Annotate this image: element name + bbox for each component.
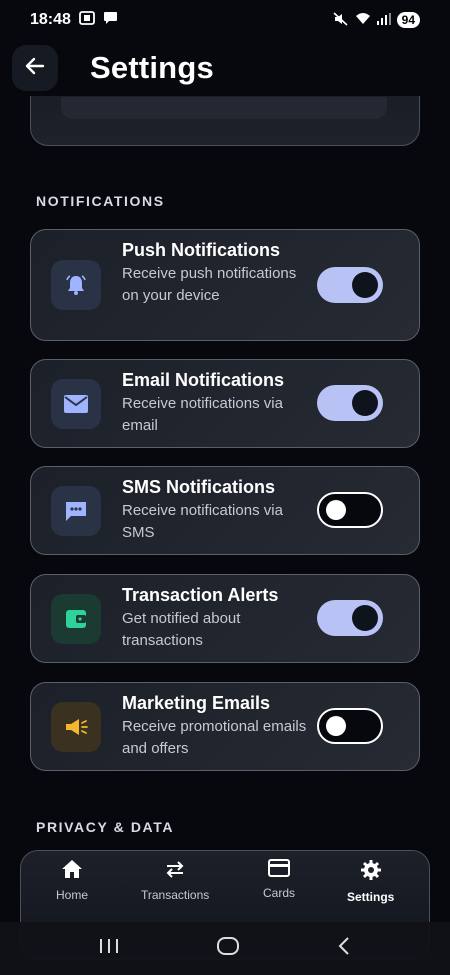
- setting-email-notifications[interactable]: Email Notifications Receive notification…: [30, 359, 420, 448]
- nav-transactions[interactable]: Transactions: [141, 859, 209, 902]
- system-navigation-bar: [0, 922, 450, 975]
- sms-text: SMS Notifications Receive notifications …: [122, 477, 307, 544]
- card-icon: [268, 859, 290, 882]
- nav-label: Settings: [347, 890, 395, 904]
- sms-toggle[interactable]: [317, 492, 383, 528]
- toggle-knob: [352, 390, 378, 416]
- setting-title: SMS Notifications: [122, 477, 276, 497]
- toggle-knob: [326, 716, 346, 736]
- status-bar: 18:48 94: [0, 0, 450, 40]
- megaphone-icon: [51, 702, 101, 752]
- home-button[interactable]: [216, 936, 240, 961]
- nav-settings[interactable]: Settings: [347, 859, 394, 904]
- screen-record-icon: [79, 10, 95, 30]
- nav-label: Cards: [263, 886, 296, 900]
- nav-label: Transactions: [141, 888, 210, 902]
- marketing-toggle[interactable]: [317, 708, 383, 744]
- bell-icon: [51, 260, 101, 310]
- home-icon: [61, 859, 83, 884]
- nav-home[interactable]: Home: [56, 859, 88, 902]
- back-nav-button[interactable]: [336, 936, 352, 961]
- setting-description: Receive notifications via email: [122, 395, 283, 434]
- transaction-text: Transaction Alerts Get notified about tr…: [122, 585, 307, 652]
- message-icon: [103, 11, 118, 30]
- setting-transaction-alerts[interactable]: Transaction Alerts Get notified about tr…: [30, 574, 420, 663]
- setting-title: Transaction Alerts: [122, 585, 279, 605]
- wallet-icon: [51, 594, 101, 644]
- previous-section-card: [30, 96, 420, 146]
- email-text: Email Notifications Receive notification…: [122, 370, 307, 437]
- mute-icon: [333, 11, 349, 29]
- push-toggle[interactable]: [317, 267, 383, 303]
- setting-push-notifications[interactable]: Push Notifications Receive push notifica…: [30, 229, 420, 341]
- chat-icon: [51, 486, 101, 536]
- back-button[interactable]: [12, 45, 58, 91]
- setting-description: Receive notifications via SMS: [122, 502, 283, 541]
- setting-title: Email Notifications: [122, 370, 285, 390]
- marketing-text: Marketing Emails Receive promotional ema…: [122, 693, 307, 760]
- signal-icon: [376, 12, 391, 28]
- toggle-knob: [352, 272, 378, 298]
- status-right: 94: [333, 11, 420, 29]
- status-time: 18:48: [30, 11, 71, 28]
- transaction-toggle[interactable]: [317, 600, 383, 636]
- setting-marketing-emails[interactable]: Marketing Emails Receive promotional ema…: [30, 682, 420, 771]
- previous-card-inner: [61, 97, 387, 119]
- nav-label: Home: [56, 888, 89, 902]
- nav-cards[interactable]: Cards: [263, 859, 295, 900]
- setting-description: Receive promotional emails and offers: [122, 718, 307, 757]
- privacy-section-title: PRIVACY & DATA: [36, 819, 175, 835]
- notifications-section-title: NOTIFICATIONS: [36, 193, 165, 209]
- settings-content[interactable]: NOTIFICATIONS Push Notifications Receive…: [0, 96, 450, 975]
- push-text: Push Notifications Receive push notifica…: [122, 240, 307, 307]
- setting-title: Push Notifications: [122, 240, 281, 260]
- recent-apps-button[interactable]: [98, 937, 120, 960]
- page-title: Settings: [90, 50, 214, 85]
- setting-title: Marketing Emails: [122, 693, 271, 713]
- status-left: 18:48: [30, 10, 118, 30]
- email-toggle[interactable]: [317, 385, 383, 421]
- transfer-icon: [164, 859, 186, 884]
- arrow-left-icon: [25, 57, 45, 80]
- toggle-knob: [352, 605, 378, 631]
- wifi-icon: [355, 12, 371, 28]
- setting-description: Receive push notifications on your devic…: [122, 265, 297, 304]
- mail-icon: [51, 379, 101, 429]
- setting-sms-notifications[interactable]: SMS Notifications Receive notifications …: [30, 466, 420, 555]
- setting-description: Get notified about transactions: [122, 610, 241, 649]
- battery-level: 94: [396, 12, 420, 28]
- toggle-knob: [326, 500, 346, 520]
- header: Settings: [0, 40, 450, 96]
- gear-icon: [360, 859, 382, 886]
